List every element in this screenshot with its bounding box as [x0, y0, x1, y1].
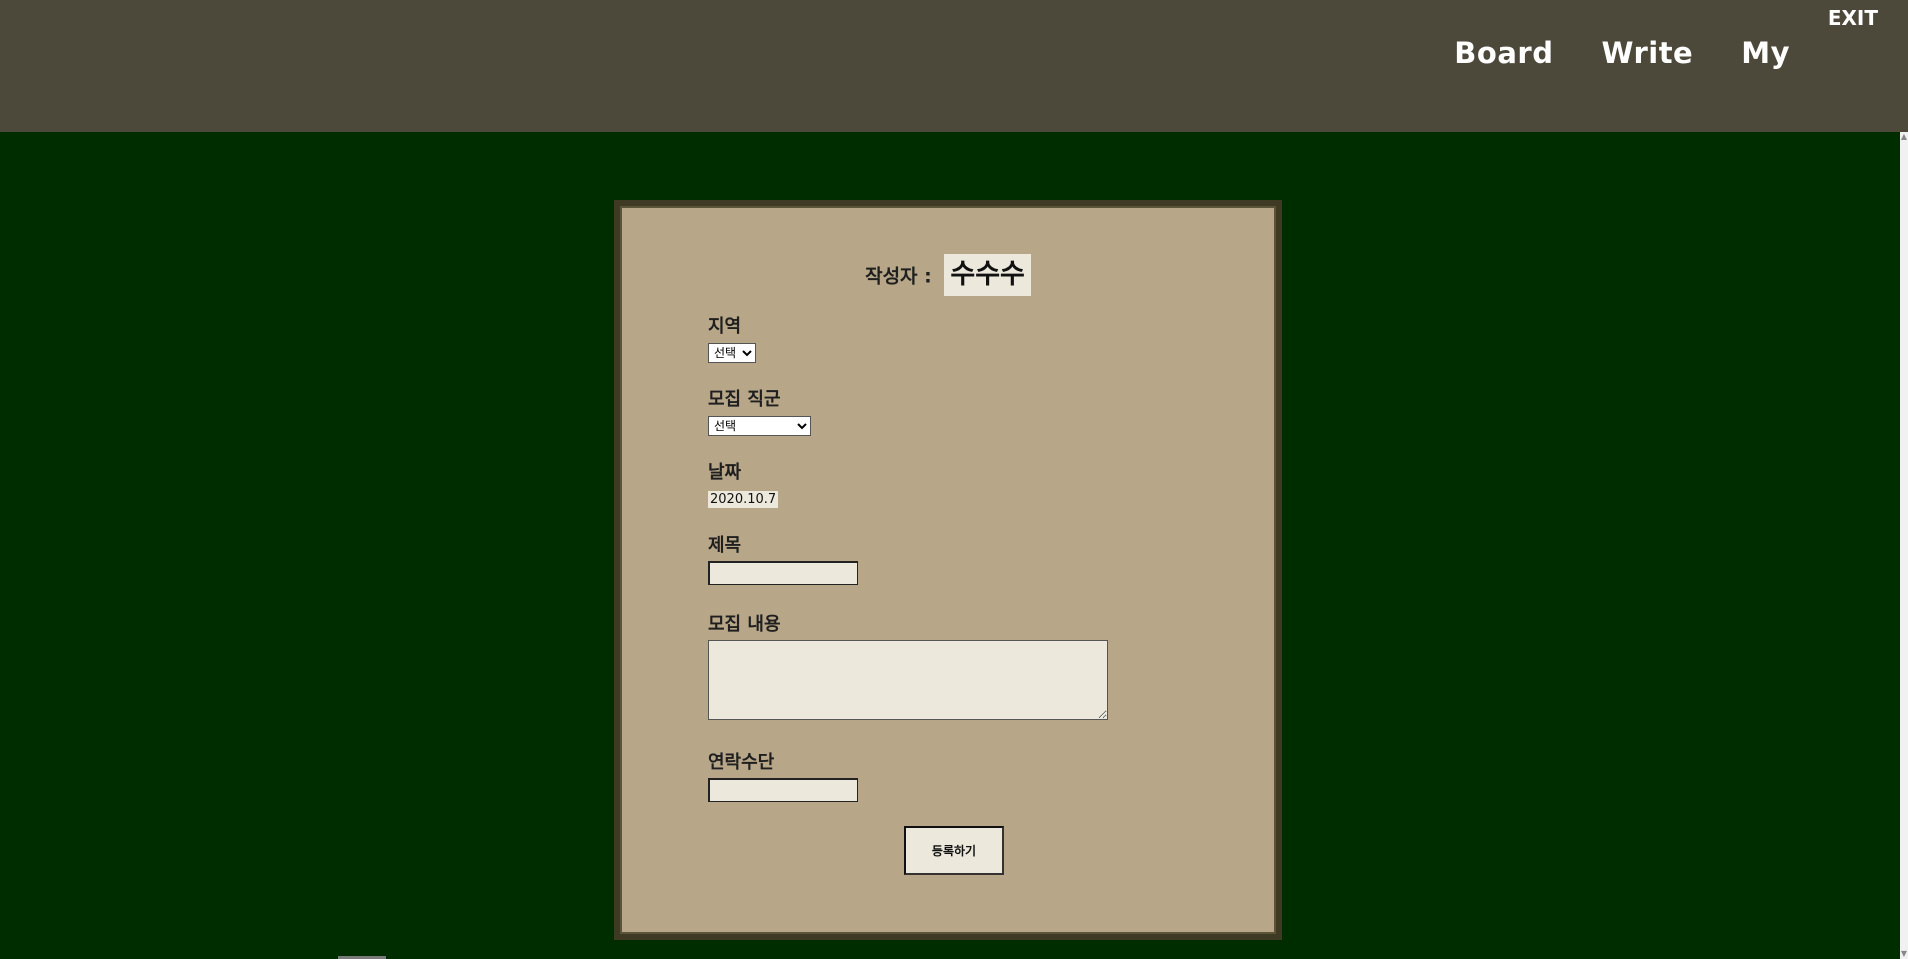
region-field: 지역 선택 — [708, 312, 756, 363]
nav-my-link[interactable]: My — [1741, 36, 1790, 70]
title-field: 제목 — [708, 531, 858, 585]
job-select[interactable]: 선택 — [708, 416, 811, 436]
write-form-panel: 작성자 : 수수수 지역 선택 모집 직군 선택 날짜 2020.10.7 제목… — [614, 200, 1282, 940]
job-label: 모집 직군 — [708, 389, 781, 410]
contact-input[interactable] — [708, 778, 858, 802]
author-row: 작성자 : 수수수 — [620, 254, 1276, 296]
job-field: 모집 직군 선택 — [708, 385, 811, 436]
content-field: 모집 내용 — [708, 610, 1108, 724]
contact-field: 연락수단 — [708, 748, 858, 802]
title-label: 제목 — [708, 535, 742, 556]
date-field: 날짜 2020.10.7 — [708, 458, 779, 508]
author-label: 작성자 : — [865, 265, 932, 288]
submit-button[interactable]: 등록하기 — [904, 826, 1004, 875]
date-value: 2020.10.7 — [708, 491, 779, 508]
region-select[interactable]: 선택 — [708, 343, 756, 363]
content-textarea[interactable] — [708, 640, 1108, 720]
contact-label: 연락수단 — [708, 752, 775, 773]
nav-write-link[interactable]: Write — [1601, 36, 1693, 70]
scroll-down-icon[interactable]: ▼ — [1900, 949, 1908, 959]
header: EXIT Board Write My — [0, 0, 1908, 132]
main-nav: Board Write My — [1454, 36, 1790, 70]
exit-link[interactable]: EXIT — [1828, 6, 1878, 30]
nav-board-link[interactable]: Board — [1454, 36, 1553, 70]
author-name: 수수수 — [944, 254, 1031, 296]
date-label: 날짜 — [708, 462, 742, 483]
vertical-scrollbar[interactable] — [1900, 132, 1908, 959]
content-label: 모집 내용 — [708, 614, 781, 635]
title-input[interactable] — [708, 561, 858, 585]
scroll-up-icon[interactable]: ▲ — [1900, 132, 1908, 142]
region-label: 지역 — [708, 316, 742, 337]
